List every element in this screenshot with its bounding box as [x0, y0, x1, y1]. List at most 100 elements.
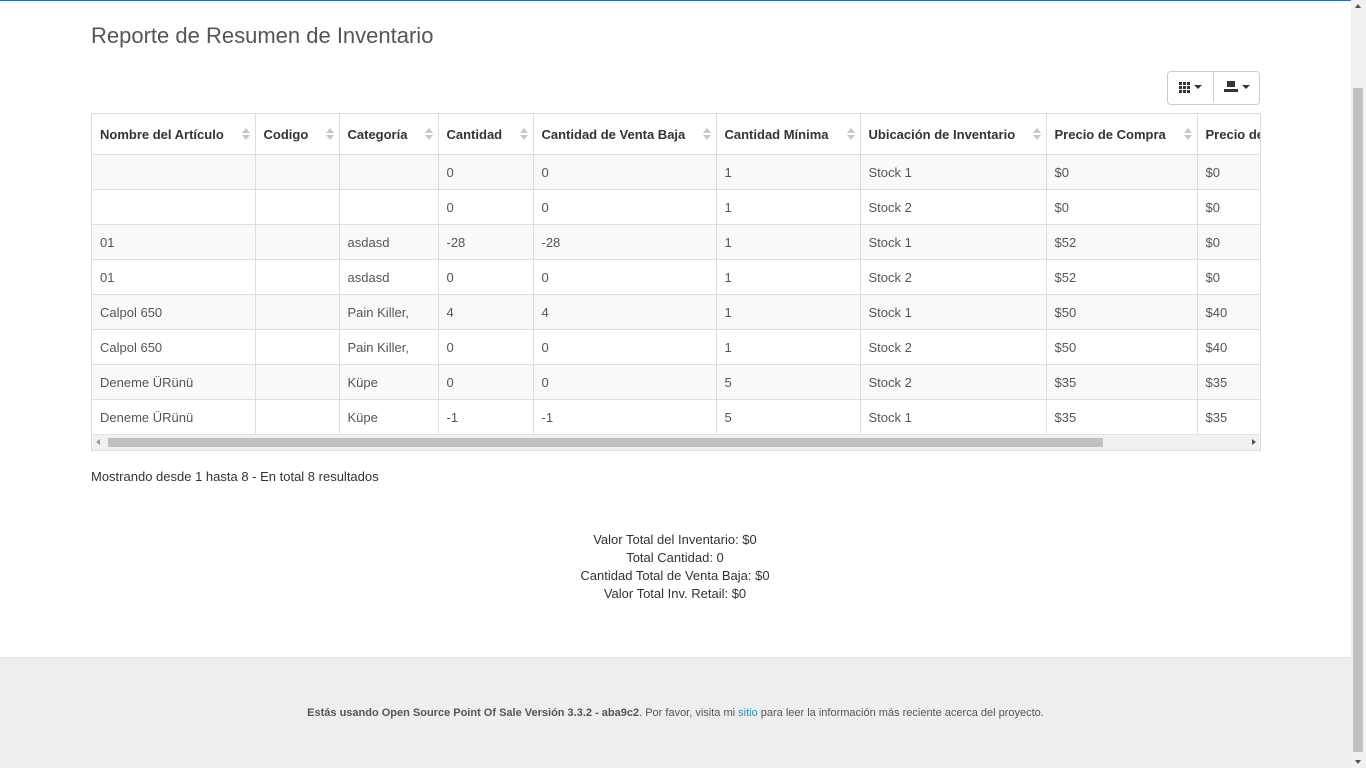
page-content: Reporte de Resumen de Inventario Nombre …: [0, 1, 1351, 768]
sort-icon[interactable]: [325, 128, 334, 141]
table-cell: $35: [1197, 364, 1260, 400]
table-cell: $50: [1046, 294, 1198, 330]
table-cell: -28: [533, 224, 717, 260]
total-inventory-value: Valor Total del Inventario: $0: [593, 532, 757, 547]
total-low-sell-quantity: Cantidad Total de Venta Baja: $0: [580, 568, 770, 583]
table-cell: $35: [1046, 399, 1198, 435]
table-row: 01 asdasd 0 0 1 Stock 2 $52 $0: [92, 259, 1260, 295]
table-cell: 0: [438, 329, 534, 365]
table-cell: asdasd: [339, 224, 439, 260]
table-row: Deneme ÜRünü Küpe 0 0 5 Stock 2 $35 $35: [92, 364, 1260, 400]
table-cell: Stock 1: [860, 399, 1047, 435]
table-cell: [339, 154, 439, 190]
table-cell: -1: [438, 399, 534, 435]
table-cell: [255, 294, 340, 330]
total-retail-value: Valor Total Inv. Retail: $0: [603, 586, 747, 601]
table-row: Deneme ÜRünü Küpe -1 -1 5 Stock 1 $35 $35: [92, 399, 1260, 435]
scroll-up-icon[interactable]: [1355, 4, 1361, 8]
column-header-label: Categoría: [347, 126, 408, 142]
columns-grid-icon: [1179, 81, 1190, 93]
scroll-left-icon[interactable]: [96, 439, 100, 445]
table-cell: 01: [92, 259, 256, 295]
columns-toggle-button[interactable]: [1168, 72, 1213, 102]
chevron-down-icon: [1194, 85, 1202, 89]
table-cell: [255, 154, 340, 190]
table-cell: 0: [533, 154, 717, 190]
table-cell: 0: [438, 259, 534, 295]
table-row: Calpol 650 Pain Killer, 0 0 1 Stock 2 $50 $40: [92, 329, 1260, 365]
column-header[interactable]: Precio de Compra: [1046, 114, 1198, 155]
table-cell: 0: [438, 364, 534, 400]
column-header[interactable]: Cantidad: [438, 114, 534, 155]
horizontal-scroll-thumb[interactable]: [108, 438, 1103, 447]
column-header-label: Nombre del Artículo: [100, 126, 224, 142]
table-cell: 0: [533, 259, 717, 295]
table-cell: 1: [716, 154, 861, 190]
table-cell: [255, 189, 340, 225]
table-row: 0 0 1 Stock 2 $0 $0: [92, 189, 1260, 225]
table-cell: 0: [533, 189, 717, 225]
sort-icon[interactable]: [846, 128, 855, 141]
table-row: 0 0 1 Stock 1 $0 $0: [92, 154, 1260, 190]
column-header-label: Codigo: [263, 126, 309, 142]
table-cell: $40: [1197, 294, 1260, 330]
project-site-link[interactable]: sitio: [738, 707, 758, 719]
table-cell: Pain Killer,: [339, 329, 439, 365]
export-button[interactable]: [1213, 72, 1259, 102]
scroll-down-icon[interactable]: [1355, 760, 1361, 764]
table-cell: Calpol 650: [92, 294, 256, 330]
table-cell: $0: [1197, 224, 1260, 260]
column-header[interactable]: Codigo: [255, 114, 340, 155]
table-cell: asdasd: [339, 259, 439, 295]
column-header[interactable]: Cantidad de Venta Baja: [533, 114, 717, 155]
table-cell: 1: [716, 259, 861, 295]
table-cell: [255, 364, 340, 400]
table-toolbar: [1167, 71, 1260, 105]
table-cell: $52: [1046, 224, 1198, 260]
column-header[interactable]: Precio de: [1197, 114, 1260, 155]
vertical-scrollbar[interactable]: [1351, 0, 1366, 768]
vertical-scroll-thumb[interactable]: [1353, 88, 1363, 752]
sort-icon[interactable]: [424, 128, 433, 141]
table-cell: [255, 399, 340, 435]
sort-icon[interactable]: [241, 128, 250, 141]
table-cell: Stock 1: [860, 294, 1047, 330]
column-header[interactable]: Nombre del Artículo: [92, 114, 256, 155]
table-cell: Stock 2: [860, 364, 1047, 400]
table-cell: [255, 224, 340, 260]
sort-icon[interactable]: [1032, 128, 1041, 141]
table-cell: 1: [716, 224, 861, 260]
table-cell: [339, 189, 439, 225]
horizontal-scrollbar[interactable]: [92, 434, 1260, 450]
footer-before-link: . Por favor, visita mi: [639, 707, 739, 719]
table-cell: Stock 1: [860, 224, 1047, 260]
table-cell: Calpol 650: [92, 329, 256, 365]
column-header-label: Precio de Compra: [1054, 126, 1166, 142]
table-cell: Küpe: [339, 364, 439, 400]
table-cell: $0: [1046, 189, 1198, 225]
table-cell: 1: [716, 294, 861, 330]
table-row: 01 asdasd -28 -28 1 Stock 1 $52 $0: [92, 224, 1260, 260]
table-header-row: Nombre del Artículo Codigo Categoría Cantid…: [92, 114, 1260, 155]
footer-text: Estás usando Open Source Point Of Sale V…: [0, 707, 1351, 719]
export-icon: [1223, 81, 1238, 93]
table-cell: Stock 2: [860, 259, 1047, 295]
column-header[interactable]: Cantidad Mínima: [716, 114, 861, 155]
page-title: Reporte de Resumen de Inventario: [91, 23, 434, 48]
table-cell: $40: [1197, 329, 1260, 365]
footer-after-link: para leer la información más reciente ac…: [757, 707, 1044, 719]
table-cell: 0: [533, 329, 717, 365]
column-header-label: Ubicación de Inventario: [868, 126, 1016, 142]
column-header[interactable]: Ubicación de Inventario: [860, 114, 1047, 155]
column-header[interactable]: Categoría: [339, 114, 439, 155]
sort-icon[interactable]: [702, 128, 711, 141]
sort-icon[interactable]: [1183, 128, 1192, 141]
table-cell: $35: [1046, 364, 1198, 400]
sort-icon[interactable]: [519, 128, 528, 141]
table-cell: $0: [1197, 154, 1260, 190]
scroll-right-icon[interactable]: [1252, 439, 1256, 445]
table-cell: Stock 2: [860, 329, 1047, 365]
table-cell: 0: [438, 154, 534, 190]
table-cell: [255, 329, 340, 365]
table-cell: Stock 1: [860, 154, 1047, 190]
